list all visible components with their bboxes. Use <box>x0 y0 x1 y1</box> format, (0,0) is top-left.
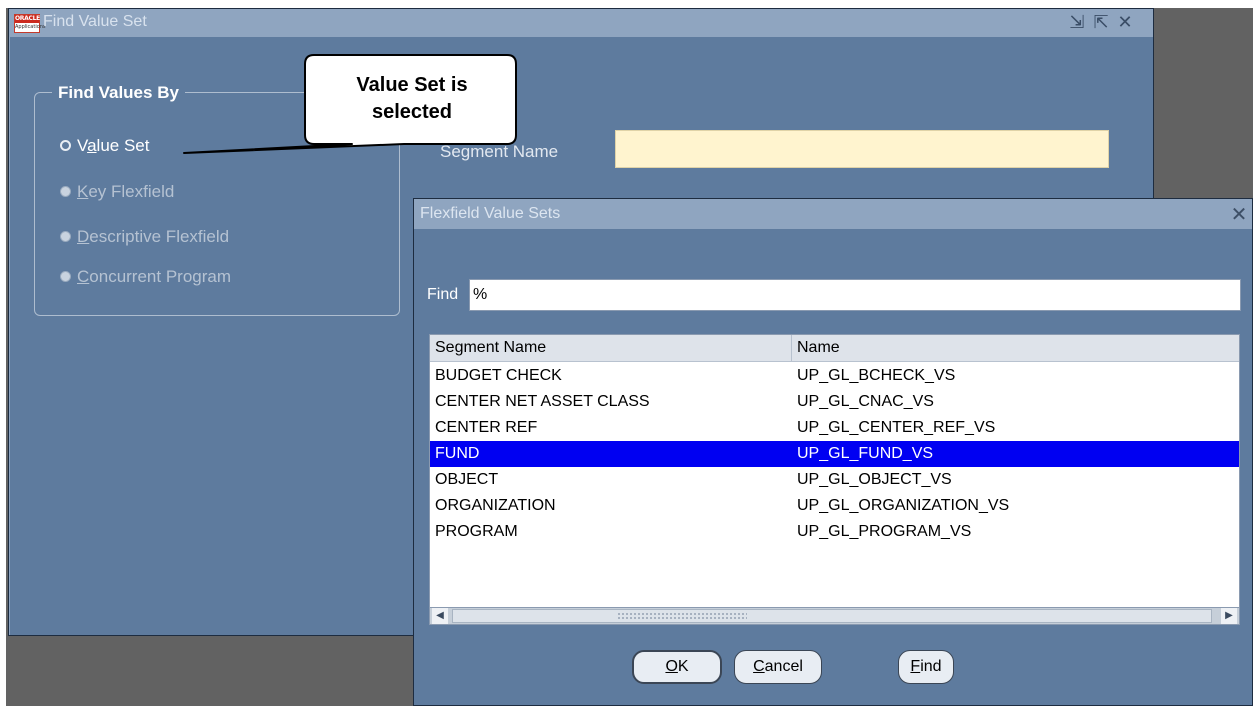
cell-segment-name: BUDGET CHECK <box>435 367 562 384</box>
cell-segment-name: FUND <box>435 445 480 462</box>
ok-button[interactable]: OK <box>632 650 722 684</box>
horizontal-scrollbar[interactable]: ◀ ▶ <box>429 607 1240 625</box>
ok-label: K <box>677 658 689 675</box>
find-button-label: ind <box>920 658 942 675</box>
value-sets-table: Segment Name Name BUDGET CHECK UP_GL_BCHE… <box>429 334 1240 623</box>
scroll-right-icon[interactable]: ▶ <box>1221 608 1237 624</box>
table-row[interactable]: CENTER REF UP_GL_CENTER_REF_VS <box>430 415 1239 441</box>
table-row[interactable]: PROGRAM UP_GL_PROGRAM_VS <box>430 519 1239 545</box>
cancel-button[interactable]: Cancel <box>734 650 822 684</box>
cell-segment-name: OBJECT <box>435 471 499 488</box>
cell-segment-name: ORGANIZATION <box>435 497 556 514</box>
callout-line-1: Value Set is <box>356 74 468 96</box>
cell-name: UP_GL_FUND_VS <box>797 445 934 462</box>
find-label: Find <box>427 286 459 303</box>
cell-segment-name: PROGRAM <box>435 523 518 540</box>
cell-name: UP_GL_BCHECK_VS <box>797 367 956 384</box>
column-header-segment-name[interactable]: Segment Name <box>430 335 792 361</box>
find-button[interactable]: Find <box>898 650 954 684</box>
table-row[interactable]: OBJECT UP_GL_OBJECT_VS <box>430 467 1239 493</box>
cancel-label: ancel <box>764 658 803 675</box>
cell-name: UP_GL_ORGANIZATION_VS <box>797 497 1010 514</box>
flexfield-value-sets-dialog: Flexfield Value Sets ✕ Find % Segment Na… <box>413 198 1253 706</box>
cell-segment-name: CENTER REF <box>435 419 538 436</box>
cell-name: UP_GL_PROGRAM_VS <box>797 523 972 540</box>
table-row[interactable]: CENTER NET ASSET CLASS UP_GL_CNAC_VS <box>430 389 1239 415</box>
ok-accel: O <box>665 658 678 675</box>
scrollbar-grip <box>617 612 747 620</box>
table-header: Segment Name Name <box>430 335 1239 362</box>
cancel-accel: C <box>753 658 765 675</box>
column-header-name[interactable]: Name <box>792 335 1212 361</box>
table-row[interactable]: FUND UP_GL_FUND_VS <box>430 441 1239 467</box>
callout-line-2: selected <box>371 101 453 123</box>
callout-text: Value Set is selected <box>306 72 518 126</box>
dialog-title: Flexfield Value Sets <box>420 205 561 222</box>
find-accel: F <box>910 658 921 675</box>
dialog-titlebar: Flexfield Value Sets ✕ <box>414 199 1252 229</box>
desktop: ORACLE Applications Find Value Set ⇲ ⇱ ✕… <box>0 0 1253 706</box>
find-input[interactable]: % <box>469 279 1241 311</box>
cell-segment-name: CENTER NET ASSET CLASS <box>435 393 650 410</box>
dialog-close-icon[interactable]: ✕ <box>1228 203 1250 225</box>
cell-name: UP_GL_CNAC_VS <box>797 393 934 410</box>
scroll-left-icon[interactable]: ◀ <box>432 608 448 624</box>
scrollbar-thumb[interactable] <box>452 609 1212 623</box>
cell-name: UP_GL_OBJECT_VS <box>797 471 952 488</box>
cell-name: UP_GL_CENTER_REF_VS <box>797 419 996 436</box>
table-row[interactable]: BUDGET CHECK UP_GL_BCHECK_VS <box>430 363 1239 389</box>
table-row[interactable]: ORGANIZATION UP_GL_ORGANIZATION_VS <box>430 493 1239 519</box>
